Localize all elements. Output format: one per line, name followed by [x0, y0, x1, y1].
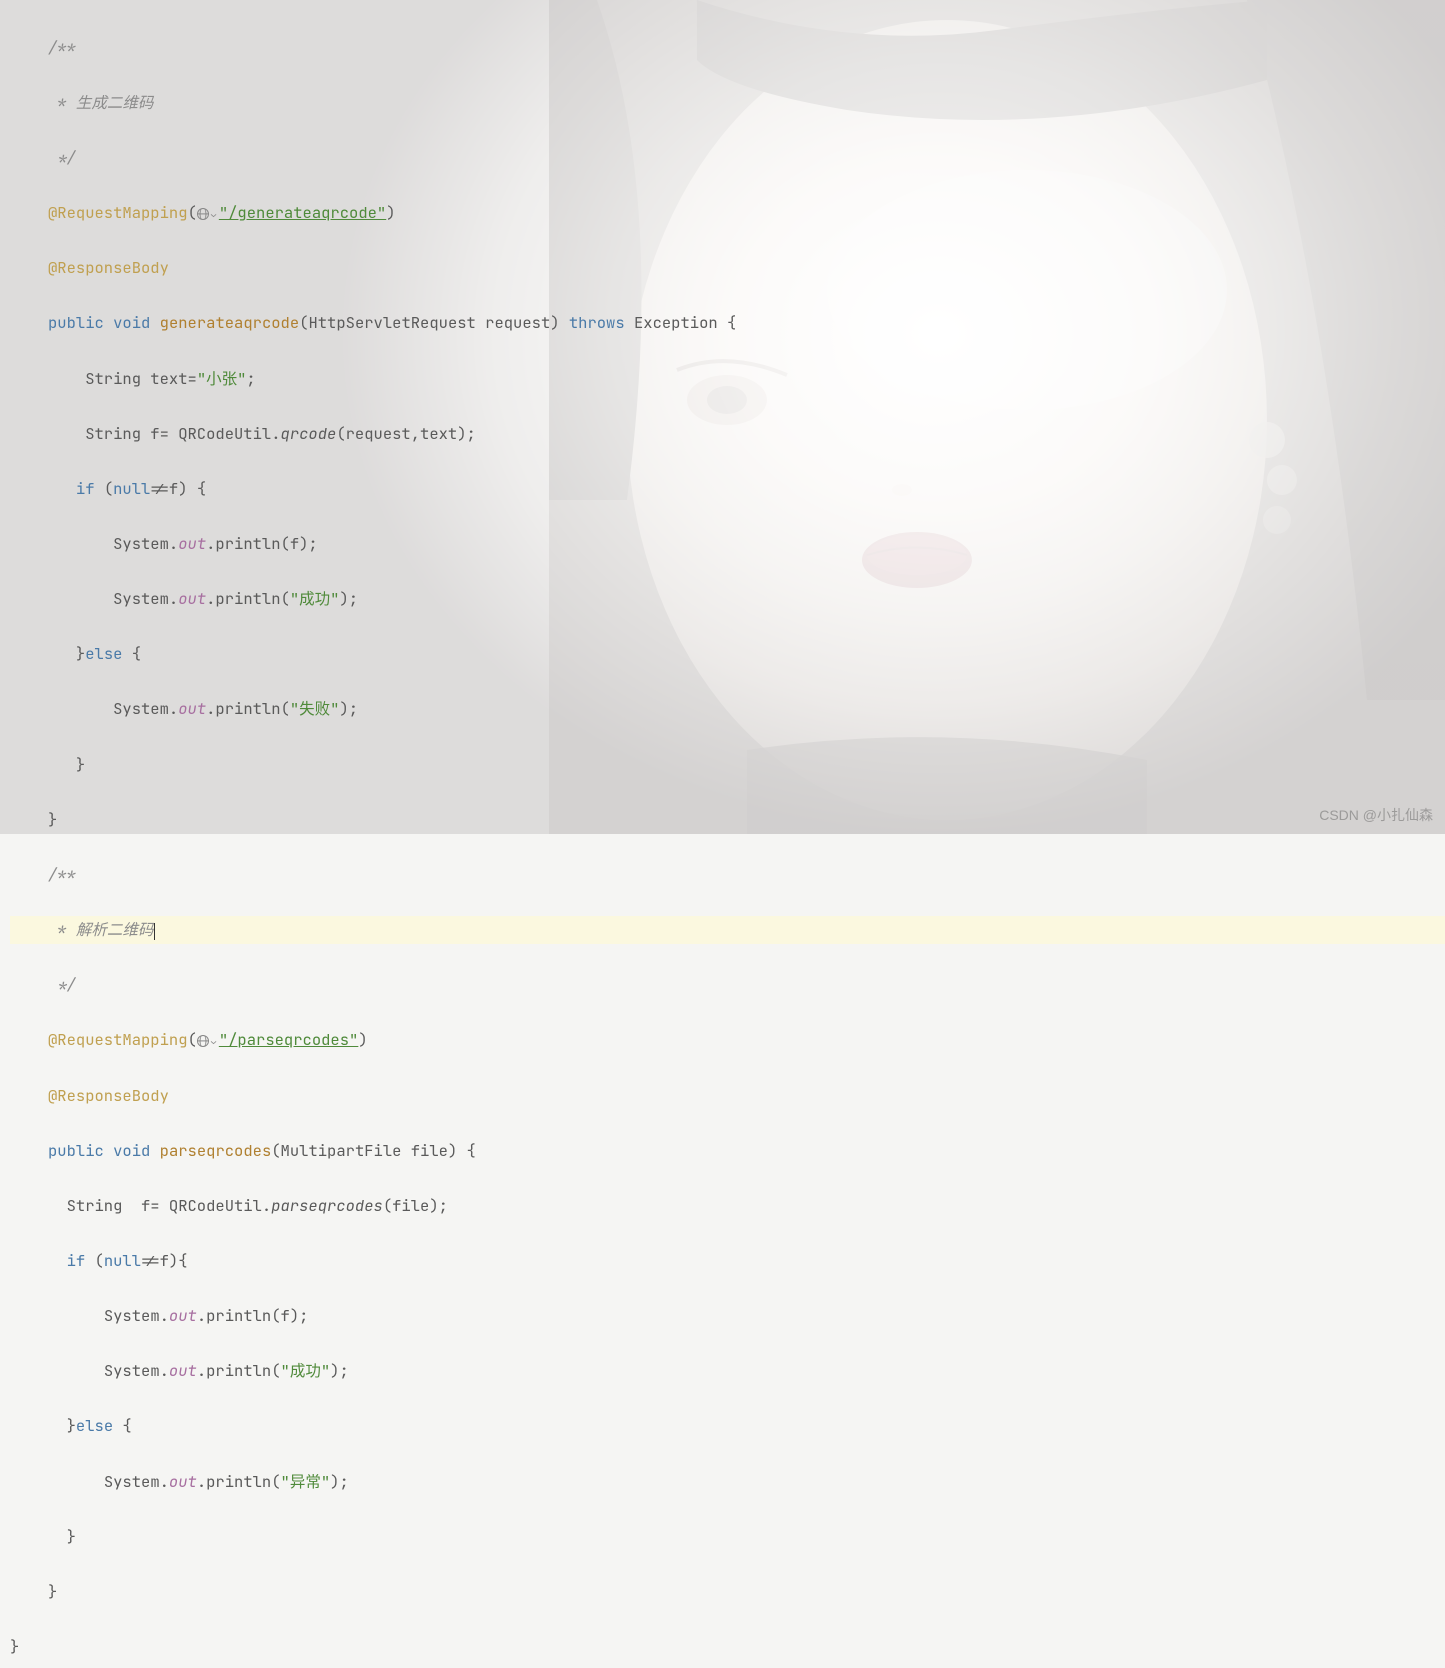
code-line[interactable]: System.out.println(f);	[10, 530, 1445, 558]
chevron-down-icon: ⌄	[211, 1033, 216, 1049]
code-line[interactable]: }	[10, 806, 1445, 834]
code-line[interactable]: String text="小张";	[10, 365, 1445, 393]
code-line[interactable]: public void generateaqrcode(HttpServletR…	[10, 309, 1445, 337]
watermark-text: CSDN @小扎仙森	[1319, 803, 1433, 828]
code-editor[interactable]: /** * 生成二维码 */ @RequestMapping(⌄"/genera…	[0, 0, 1445, 1668]
text-cursor	[154, 923, 155, 940]
code-line[interactable]: */	[10, 971, 1445, 999]
globe-icon	[197, 208, 209, 220]
code-line[interactable]: public void parseqrcodes(MultipartFile f…	[10, 1137, 1445, 1165]
code-line-current[interactable]: * 解析二维码	[10, 916, 1445, 944]
code-line[interactable]: */	[10, 144, 1445, 172]
code-line[interactable]: System.out.println(f);	[10, 1302, 1445, 1330]
code-line[interactable]: @RequestMapping(⌄"/parseqrcodes")	[10, 1026, 1445, 1054]
code-line[interactable]: @RequestMapping(⌄"/generateaqrcode")	[10, 199, 1445, 227]
code-line[interactable]: String f= QRCodeUtil.parseqrcodes(file);	[10, 1192, 1445, 1220]
web-mapping-icon[interactable]: ⌄	[197, 207, 219, 221]
code-line[interactable]: System.out.println("失败");	[10, 695, 1445, 723]
code-line[interactable]: /**	[10, 861, 1445, 889]
code-line[interactable]: String f= QRCodeUtil.qrcode(request,text…	[10, 420, 1445, 448]
code-line[interactable]: System.out.println("成功");	[10, 585, 1445, 613]
code-line[interactable]: if (null!=f){	[10, 1247, 1445, 1275]
code-line[interactable]: @ResponseBody	[10, 1082, 1445, 1110]
globe-icon	[197, 1035, 209, 1047]
code-line[interactable]: }	[10, 1633, 1445, 1661]
code-line[interactable]: System.out.println("异常");	[10, 1468, 1445, 1496]
code-line[interactable]: * 生成二维码	[10, 89, 1445, 117]
code-line[interactable]: }else {	[10, 640, 1445, 668]
code-line[interactable]: }	[10, 751, 1445, 779]
code-line[interactable]: }	[10, 1523, 1445, 1551]
chevron-down-icon: ⌄	[211, 206, 216, 222]
web-mapping-icon[interactable]: ⌄	[197, 1034, 219, 1048]
code-line[interactable]: @ResponseBody	[10, 254, 1445, 282]
code-line[interactable]: /**	[10, 34, 1445, 62]
code-line[interactable]: }	[10, 1578, 1445, 1606]
code-line[interactable]: }else {	[10, 1412, 1445, 1440]
code-line[interactable]: if (null!=f) {	[10, 475, 1445, 503]
code-line[interactable]: System.out.println("成功");	[10, 1357, 1445, 1385]
